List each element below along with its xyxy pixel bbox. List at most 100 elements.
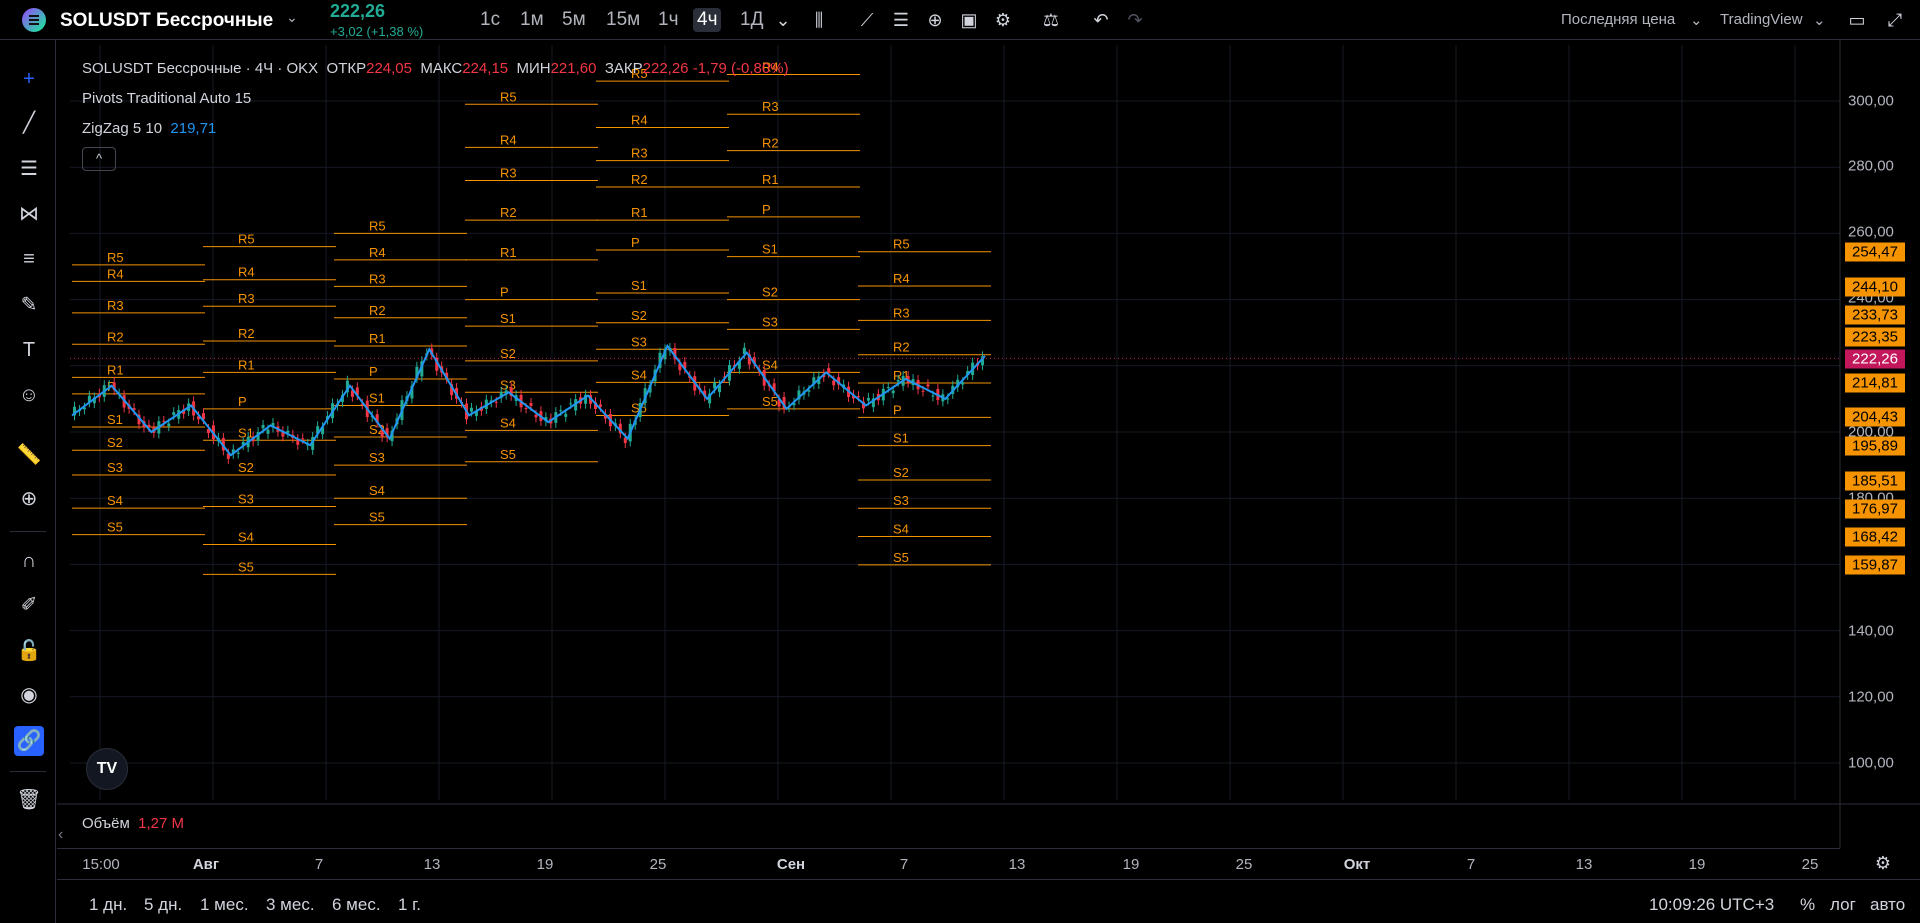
candle-body <box>886 387 890 389</box>
legend-open: 224,05 <box>366 60 412 77</box>
y-tick: 300,00 <box>1848 92 1894 110</box>
candle-body <box>524 408 528 410</box>
tradingview-logo[interactable]: TV <box>86 748 128 790</box>
price-chart[interactable]: R5R4R3R2R1PS1S2S3S4S5R5R4R3R2R1PS1S2S3S4… <box>0 0 1920 923</box>
price-tag-r3: 233,73 <box>1845 305 1905 325</box>
range-6m[interactable]: 6 мес. <box>332 895 381 915</box>
x-tick: 13 <box>423 856 441 873</box>
x-tick: 25 <box>1235 856 1253 873</box>
candle-body <box>261 424 265 429</box>
pivot-label-r3: R3 <box>500 165 517 180</box>
volume-value: 1,27 M <box>138 815 184 832</box>
pivot-label-r4: R4 <box>107 266 124 281</box>
pivot-label-r4: R4 <box>893 271 910 286</box>
pivot-label-r4: R4 <box>500 132 517 147</box>
candle-body <box>529 402 533 407</box>
price-tag-s5: 159,87 <box>1845 555 1905 575</box>
pivot-label-p: P <box>893 402 902 417</box>
x-tick: 7 <box>1466 856 1476 873</box>
pivots-legend[interactable]: Pivots Traditional Auto 15 <box>82 90 251 107</box>
pivot-label-r5: R5 <box>107 250 124 265</box>
price-tag-s3: 176,97 <box>1845 499 1905 519</box>
range-1y[interactable]: 1 г. <box>398 895 421 915</box>
candle-body <box>926 384 930 387</box>
zigzag-legend[interactable]: ZigZag 5 10 219,71 <box>82 120 216 137</box>
pivot-label-s2: S2 <box>631 308 647 323</box>
candle-body <box>172 412 176 415</box>
candle-body <box>236 452 240 454</box>
pivot-label-s3: S3 <box>500 377 516 392</box>
price-tag-r1: 214,81 <box>1845 373 1905 393</box>
x-tick: 13 <box>1575 856 1593 873</box>
pivot-label-r2: R2 <box>107 329 124 344</box>
pivot-label-r2: R2 <box>369 303 386 318</box>
candle-body <box>598 404 602 407</box>
pivot-label-p: P <box>238 394 247 409</box>
candle-body <box>162 420 166 422</box>
x-tick: Авг <box>192 856 220 873</box>
volume-legend[interactable]: Объём 1,27 M <box>82 815 184 832</box>
pivot-label-r1: R1 <box>631 205 648 220</box>
x-tick: 19 <box>536 856 554 873</box>
pivot-label-s2: S2 <box>762 285 778 300</box>
pivot-label-r3: R3 <box>631 146 648 161</box>
pivot-label-s5: S5 <box>107 520 123 535</box>
pivot-label-r1: R1 <box>238 357 255 372</box>
x-tick: 15:00 <box>82 856 120 873</box>
volume-label: Объём <box>82 815 130 832</box>
pivot-label-p: P <box>762 202 771 217</box>
zigzag-value: 219,71 <box>170 120 217 137</box>
pivot-label-p: P <box>631 235 640 250</box>
time-axis[interactable] <box>57 848 1840 878</box>
candle-body <box>469 407 473 412</box>
candle-body <box>167 423 171 427</box>
pivot-label-s4: S4 <box>500 415 516 430</box>
auto-scale-toggle[interactable]: авто <box>1870 895 1905 915</box>
pivot-label-s1: S1 <box>369 391 385 406</box>
pivot-label-s5: S5 <box>500 447 516 462</box>
y-tick: 120,00 <box>1848 688 1894 706</box>
range-5d[interactable]: 5 дн. <box>144 895 182 915</box>
y-tick: 280,00 <box>1848 157 1894 175</box>
pivot-label-s1: S1 <box>893 431 909 446</box>
range-1m[interactable]: 1 мес. <box>200 895 249 915</box>
current-price-tag: 222,26 <box>1845 349 1905 369</box>
percent-scale-toggle[interactable]: % <box>1800 895 1815 915</box>
pivot-label-s3: S3 <box>107 460 123 475</box>
legend-collapse-button[interactable]: ^ <box>82 147 116 171</box>
legend-close-label: ЗАКР <box>604 60 643 77</box>
candle-body <box>856 396 860 398</box>
pivot-label-r4: R4 <box>369 245 386 260</box>
pivot-label-s4: S4 <box>369 483 385 498</box>
legend-close: 222,26 <box>642 60 689 77</box>
candle-body <box>266 429 270 434</box>
clock-timezone[interactable]: 10:09:26 UTC+3 <box>1649 895 1774 915</box>
log-scale-toggle[interactable]: лог <box>1830 895 1856 915</box>
pivot-label-s4: S4 <box>631 367 647 382</box>
candle-body <box>931 395 935 397</box>
pivot-label-r4: R4 <box>238 265 255 280</box>
candle-body <box>494 401 498 403</box>
pivot-label-s1: S1 <box>107 412 123 427</box>
pivot-label-r2: R2 <box>500 205 517 220</box>
x-tick: 13 <box>1008 856 1026 873</box>
range-3m[interactable]: 3 мес. <box>266 895 315 915</box>
candle-body <box>559 410 563 412</box>
zigzag-line <box>71 343 986 457</box>
pivot-label-s3: S3 <box>893 493 909 508</box>
x-tick: 25 <box>649 856 667 873</box>
price-tag-r5: 254,47 <box>1845 242 1905 262</box>
pivot-label-s5: S5 <box>893 550 909 565</box>
range-1d[interactable]: 1 дн. <box>89 895 127 915</box>
price-tag-s4: 168,42 <box>1845 527 1905 547</box>
pivot-label-r3: R3 <box>762 99 779 114</box>
candle-body <box>564 413 568 417</box>
price-tag-r2: 223,35 <box>1845 327 1905 347</box>
pivot-label-s1: S1 <box>238 425 254 440</box>
legend-high-label: МАКС <box>420 60 463 77</box>
x-tick: Сен <box>776 856 806 873</box>
pivot-label-r1: R1 <box>762 172 779 187</box>
chart-settings-gear-icon[interactable]: ⚙ <box>1872 852 1894 874</box>
candle-body <box>301 438 305 440</box>
x-tick: 7 <box>899 856 909 873</box>
